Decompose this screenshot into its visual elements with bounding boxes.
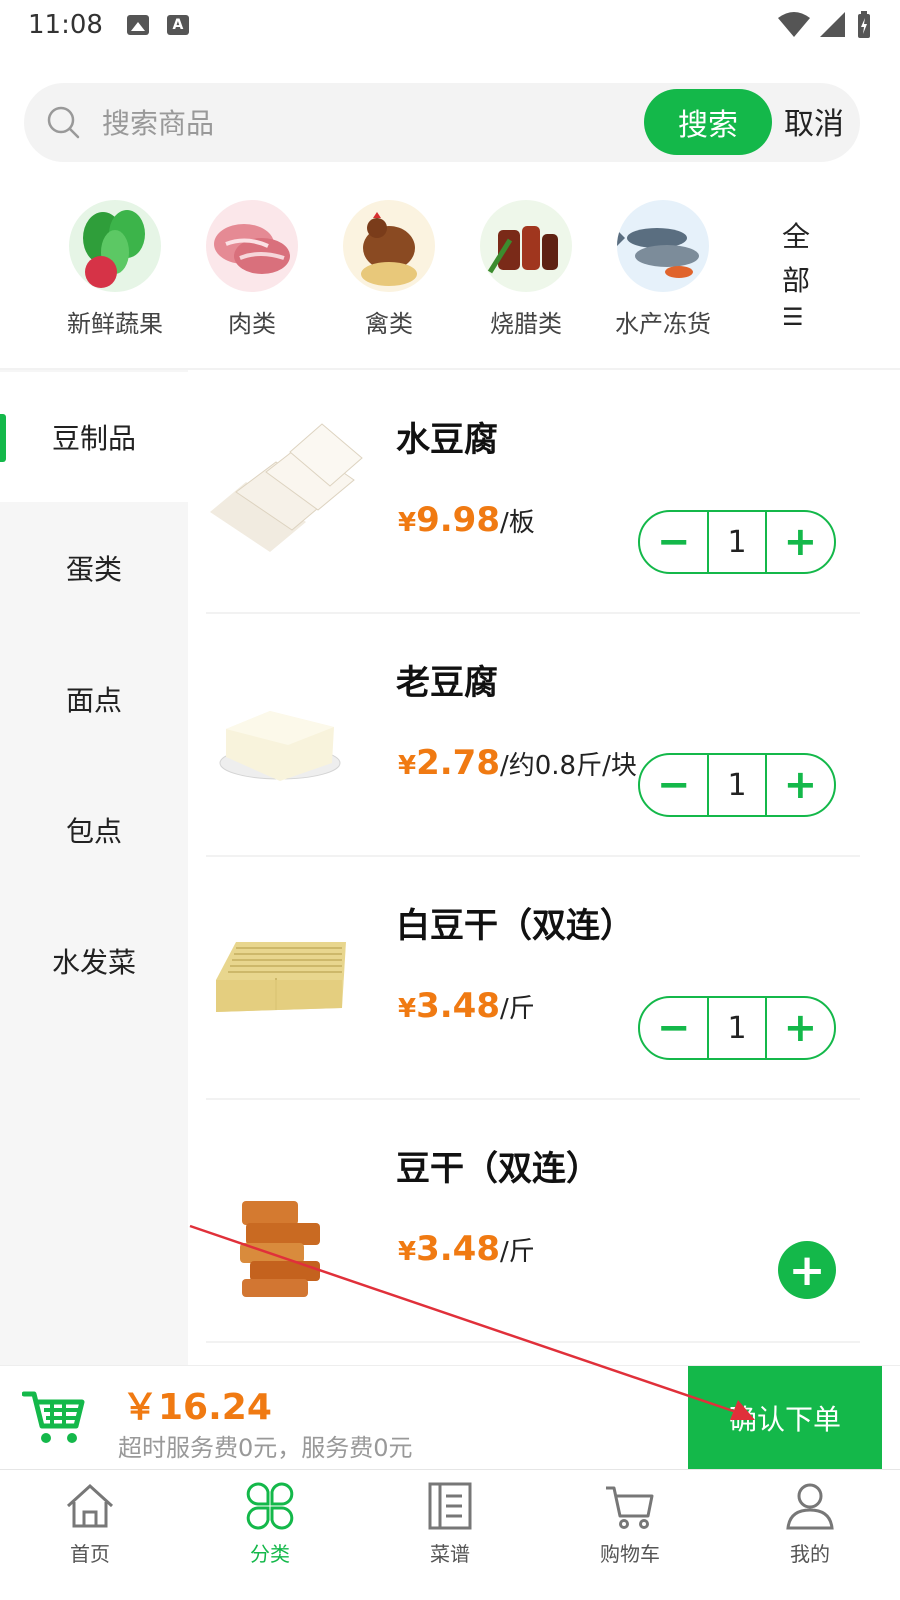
decrease-button[interactable]: − xyxy=(640,998,707,1058)
tab-cart[interactable]: 购物车 xyxy=(540,1470,720,1600)
search-icon xyxy=(47,106,80,139)
category-label: 新鲜蔬果 xyxy=(67,310,163,338)
tab-profile[interactable]: 我的 xyxy=(720,1470,900,1600)
increase-button[interactable]: + xyxy=(767,998,834,1058)
search-input[interactable] xyxy=(102,102,622,144)
category-label: 肉类 xyxy=(228,310,276,338)
tab-home[interactable]: 首页 xyxy=(0,1470,180,1600)
category-page: 11:08 A 搜索 取消 xyxy=(0,0,900,1600)
tab-recipes[interactable]: 菜谱 xyxy=(360,1470,540,1600)
search-button[interactable]: 搜索 xyxy=(644,89,772,155)
tab-label: 购物车 xyxy=(600,1542,660,1566)
increase-button[interactable]: + xyxy=(767,755,834,815)
product-price: ¥2.78/约0.8斤/块 xyxy=(398,743,637,783)
tab-label: 首页 xyxy=(70,1542,110,1566)
cart-icon xyxy=(606,1486,654,1529)
all-categories-button[interactable]: 全部 ☰ xyxy=(782,215,812,331)
product-price: ¥3.48/斤 xyxy=(398,1229,535,1269)
text-notification-icon: A xyxy=(166,15,189,35)
fee-note: 超时服务费0元，服务费0元 xyxy=(118,1434,413,1462)
gallery-notification-icon xyxy=(126,15,149,35)
category-item-poultry[interactable]: 禽类 xyxy=(314,200,464,339)
category-label: 水产冻货 xyxy=(615,310,711,338)
product-price: ¥3.48/斤 xyxy=(398,986,535,1026)
wifi-icon xyxy=(778,12,810,37)
seafood-icon xyxy=(617,200,709,292)
cart-total: ￥16.24 xyxy=(122,1387,272,1428)
cancel-button[interactable]: 取消 xyxy=(784,99,844,143)
quantity-stepper: − 1 + xyxy=(638,753,836,817)
category-label: 烧腊类 xyxy=(490,310,562,338)
side-item-label: 水发菜 xyxy=(51,946,136,979)
decrease-button[interactable]: − xyxy=(640,755,707,815)
category-strip: 新鲜蔬果 肉类 禽类 烧腊类 水产冻货 全部 ☰ xyxy=(0,195,900,365)
quantity-value: 1 xyxy=(707,512,767,572)
product-item[interactable]: 豆干（双连） ¥3.48/斤 + xyxy=(206,1101,860,1343)
side-item-pastry[interactable]: 面点 xyxy=(0,634,188,764)
product-image xyxy=(206,888,366,1038)
roast-meat-icon xyxy=(480,200,572,292)
side-item-label: 包点 xyxy=(65,815,122,848)
side-item-soaked-veg[interactable]: 水发菜 xyxy=(0,896,188,1026)
product-name: 老豆腐 xyxy=(396,663,498,703)
tab-bar: 首页 分类 菜谱 购物车 我的 xyxy=(0,1469,900,1600)
quantity-stepper: − 1 + xyxy=(638,996,836,1060)
poultry-icon xyxy=(343,200,435,292)
product-item[interactable]: 水豆腐 ¥9.98/板 − 1 + xyxy=(206,372,860,614)
product-name: 水豆腐 xyxy=(396,420,498,460)
category-item-seafood[interactable]: 水产冻货 xyxy=(588,200,738,339)
signal-icon xyxy=(820,12,845,37)
home-icon xyxy=(66,1483,114,1528)
product-name: 豆干（双连） xyxy=(396,1149,600,1189)
product-item[interactable]: 白豆干（双连） ¥3.48/斤 − 1 + xyxy=(206,858,860,1100)
product-name: 白豆干（双连） xyxy=(396,906,634,946)
confirm-order-button[interactable]: 确认下单 xyxy=(688,1366,882,1470)
cart-icon[interactable] xyxy=(22,1384,86,1448)
product-image xyxy=(206,402,366,552)
side-item-label: 蛋类 xyxy=(65,553,122,586)
tab-category[interactable]: 分类 xyxy=(180,1470,360,1600)
category-label: 禽类 xyxy=(365,310,413,338)
product-image xyxy=(206,645,366,795)
category-item-vegetables[interactable]: 新鲜蔬果 xyxy=(40,200,190,339)
side-item-label: 面点 xyxy=(65,684,122,717)
increase-button[interactable]: + xyxy=(767,512,834,572)
side-item-soy-products[interactable]: 豆制品 xyxy=(0,372,188,502)
recipe-book-icon xyxy=(428,1482,472,1530)
category-icon xyxy=(246,1482,294,1530)
product-item[interactable]: 老豆腐 ¥2.78/约0.8斤/块 − 1 + xyxy=(206,615,860,857)
tab-label: 我的 xyxy=(790,1542,830,1566)
side-item-label: 豆制品 xyxy=(51,422,136,455)
side-item-buns[interactable]: 包点 xyxy=(0,765,188,895)
meat-icon xyxy=(206,200,298,292)
vegetables-icon xyxy=(69,200,161,292)
quantity-value: 1 xyxy=(707,998,767,1058)
profile-icon xyxy=(786,1483,834,1530)
quantity-stepper: − 1 + xyxy=(638,510,836,574)
add-to-cart-button[interactable]: + xyxy=(778,1241,836,1299)
product-price: ¥9.98/板 xyxy=(398,500,535,540)
side-item-eggs[interactable]: 蛋类 xyxy=(0,503,188,633)
active-indicator xyxy=(0,414,6,462)
status-time: 11:08 xyxy=(28,10,103,40)
status-bar: 11:08 A xyxy=(0,0,900,50)
product-image xyxy=(206,1131,366,1324)
quantity-value: 1 xyxy=(707,755,767,815)
expand-icon: ☰ xyxy=(782,303,804,331)
category-item-roast-meat[interactable]: 烧腊类 xyxy=(451,200,601,339)
checkout-bar: ￥16.24 超时服务费0元，服务费0元 确认下单 xyxy=(0,1365,900,1470)
battery-icon xyxy=(858,11,870,38)
category-item-meat[interactable]: 肉类 xyxy=(177,200,327,339)
decrease-button[interactable]: − xyxy=(640,512,707,572)
tab-label: 分类 xyxy=(250,1542,290,1566)
search-bar: 搜索 取消 xyxy=(24,83,860,162)
all-categories-label: 全部 xyxy=(782,220,811,297)
side-menu: 豆制品 蛋类 面点 包点 水发菜 xyxy=(0,370,188,1365)
tab-label: 菜谱 xyxy=(430,1542,470,1566)
